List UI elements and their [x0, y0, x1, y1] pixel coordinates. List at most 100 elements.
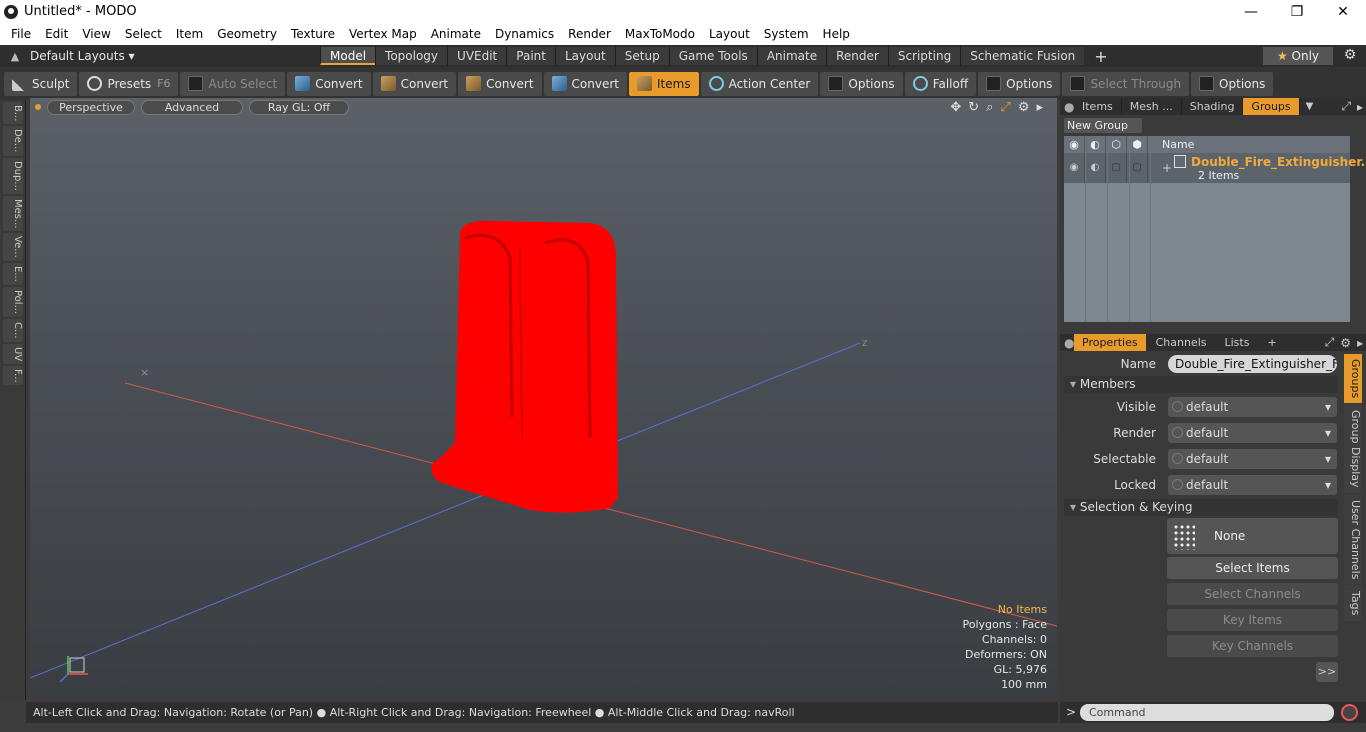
left-tab-ve[interactable]: Ve...: [3, 233, 23, 262]
tab-paint[interactable]: Paint: [506, 47, 555, 65]
visibility-column-icon[interactable]: ◉: [1064, 136, 1085, 153]
maximize-icon[interactable]: ⤢: [1341, 99, 1351, 114]
gear-icon[interactable]: ⚙: [1340, 336, 1351, 350]
sculpt-button[interactable]: Sculpt: [4, 71, 78, 96]
panel-arrow-icon[interactable]: ▸: [1357, 336, 1363, 350]
expand-plus-icon[interactable]: +: [1162, 161, 1172, 175]
command-input[interactable]: Command: [1080, 704, 1334, 721]
visibility-toggle-icon[interactable]: ◉: [1064, 153, 1085, 183]
items-mode-button[interactable]: Items: [629, 71, 699, 96]
presets-button[interactable]: Presets F6: [79, 71, 179, 96]
left-tab-dup[interactable]: Dup...: [3, 157, 23, 194]
menu-geometry[interactable]: Geometry: [210, 27, 284, 41]
tab-topology[interactable]: Topology: [375, 47, 448, 65]
action-center-button[interactable]: Action Center: [700, 71, 819, 96]
menu-edit[interactable]: Edit: [38, 27, 75, 41]
lock-toggle[interactable]: ▢: [1127, 153, 1148, 183]
raygl-button[interactable]: Ray GL: Off: [249, 99, 349, 115]
tab-render[interactable]: Render: [826, 47, 888, 65]
left-tab-b[interactable]: B...: [3, 102, 23, 125]
select-column-icon[interactable]: ⬡: [1106, 136, 1127, 153]
tab-layout[interactable]: Layout: [554, 47, 615, 65]
vtab-group-display[interactable]: Group Display: [1344, 405, 1362, 493]
auto-select-button[interactable]: Auto Select: [180, 71, 286, 96]
select-toggle[interactable]: ▢: [1106, 153, 1127, 183]
name-field[interactable]: Double_Fire_Extinguisher_Fiberg: [1168, 355, 1337, 373]
falloff-button[interactable]: Falloff: [904, 71, 977, 96]
record-macro-icon[interactable]: [1341, 704, 1358, 721]
select-through-button[interactable]: Select Through: [1062, 71, 1190, 96]
gear-icon[interactable]: ⚙: [1018, 100, 1030, 115]
viewport-dot-icon[interactable]: [35, 104, 41, 110]
convert-button-3[interactable]: Convert: [458, 71, 542, 96]
menu-file[interactable]: File: [4, 27, 38, 41]
menu-render[interactable]: Render: [561, 27, 618, 41]
options-button-2[interactable]: Options: [978, 71, 1061, 96]
left-tab-c[interactable]: C...: [3, 318, 23, 342]
collapse-up-icon[interactable]: ▲: [0, 50, 30, 63]
default-layouts-dropdown[interactable]: Default Layouts ▾: [30, 49, 320, 63]
options-button-3[interactable]: Options: [1191, 71, 1274, 96]
restore-button[interactable]: ❐: [1274, 0, 1320, 23]
menu-select[interactable]: Select: [118, 27, 169, 41]
key-items-button[interactable]: Key Items: [1167, 609, 1338, 631]
tab-mesh[interactable]: Mesh ...: [1122, 98, 1182, 115]
members-section[interactable]: Members: [1064, 376, 1338, 393]
convert-button-1[interactable]: Convert: [287, 71, 371, 96]
left-tab-uv[interactable]: UV: [3, 343, 23, 364]
add-tab-button[interactable]: +: [1259, 334, 1284, 351]
new-group-button[interactable]: New Group: [1064, 118, 1142, 133]
selectable-dropdown[interactable]: default: [1168, 449, 1337, 469]
menu-help[interactable]: Help: [816, 27, 857, 41]
add-tab-button[interactable]: +: [1084, 47, 1117, 66]
vtab-tags[interactable]: Tags: [1344, 586, 1362, 621]
close-button[interactable]: ✕: [1320, 0, 1366, 23]
visible-dropdown[interactable]: default: [1168, 397, 1337, 417]
menu-texture[interactable]: Texture: [284, 27, 342, 41]
menu-item[interactable]: Item: [169, 27, 210, 41]
tab-channels[interactable]: Channels: [1148, 334, 1215, 351]
options-button-1[interactable]: Options: [820, 71, 903, 96]
menu-maxtomodo[interactable]: MaxToModo: [618, 27, 702, 41]
convert-button-2[interactable]: Convert: [372, 71, 457, 96]
fit-icon[interactable]: ⤢: [1000, 100, 1010, 115]
tab-schematic-fusion[interactable]: Schematic Fusion: [960, 47, 1085, 65]
render-dropdown[interactable]: default: [1168, 423, 1337, 443]
tab-properties[interactable]: Properties: [1074, 334, 1146, 351]
menu-system[interactable]: System: [757, 27, 816, 41]
tab-game-tools[interactable]: Game Tools: [668, 47, 757, 65]
menu-view[interactable]: View: [75, 27, 117, 41]
panel-arrow-icon[interactable]: ▸: [1357, 100, 1363, 114]
tab-animate[interactable]: Animate: [756, 47, 827, 65]
left-tab-mes[interactable]: Mes...: [3, 195, 23, 232]
left-tab-f[interactable]: F...: [3, 365, 23, 386]
3d-viewport[interactable]: × z Perspective Advanced Ray GL: Off ✥ ↻…: [30, 98, 1057, 698]
menu-layout[interactable]: Layout: [702, 27, 757, 41]
gear-icon[interactable]: ⚙: [1340, 47, 1360, 65]
vtab-groups[interactable]: Groups: [1344, 354, 1362, 404]
menu-animate[interactable]: Animate: [424, 27, 488, 41]
select-items-button[interactable]: Select Items: [1167, 557, 1338, 579]
group-name[interactable]: Double_Fire_Extinguisher...: [1191, 155, 1366, 169]
convert-button-4[interactable]: Convert: [543, 71, 627, 96]
left-tab-pol[interactable]: Pol...: [3, 286, 23, 317]
move-icon[interactable]: ✥: [950, 100, 961, 115]
tab-lists[interactable]: Lists: [1217, 334, 1258, 351]
rotate-icon[interactable]: ↻: [968, 100, 979, 115]
only-toggle[interactable]: ★ Only: [1263, 47, 1333, 65]
arrow-icon[interactable]: ▸: [1036, 100, 1043, 115]
render-column-icon[interactable]: ◐: [1085, 136, 1106, 153]
zoom-icon[interactable]: ⌕: [986, 100, 993, 115]
fire-extinguisher-holder-model[interactable]: [431, 220, 618, 513]
panel-dot-icon[interactable]: ●: [1060, 100, 1074, 114]
selection-keying-section[interactable]: Selection & Keying: [1064, 499, 1338, 516]
tab-shading[interactable]: Shading: [1182, 98, 1244, 115]
tab-groups[interactable]: Groups: [1243, 98, 1300, 115]
vtab-user-channels[interactable]: User Channels: [1344, 494, 1362, 585]
lock-column-icon[interactable]: ⬢: [1127, 136, 1148, 153]
tabs-dropdown-icon[interactable]: ▼: [1306, 101, 1314, 112]
tab-model[interactable]: Model: [320, 47, 376, 65]
tab-uvedit[interactable]: UVEdit: [447, 47, 507, 65]
left-tab-de[interactable]: De...: [3, 126, 23, 156]
locked-dropdown[interactable]: default: [1168, 475, 1337, 495]
